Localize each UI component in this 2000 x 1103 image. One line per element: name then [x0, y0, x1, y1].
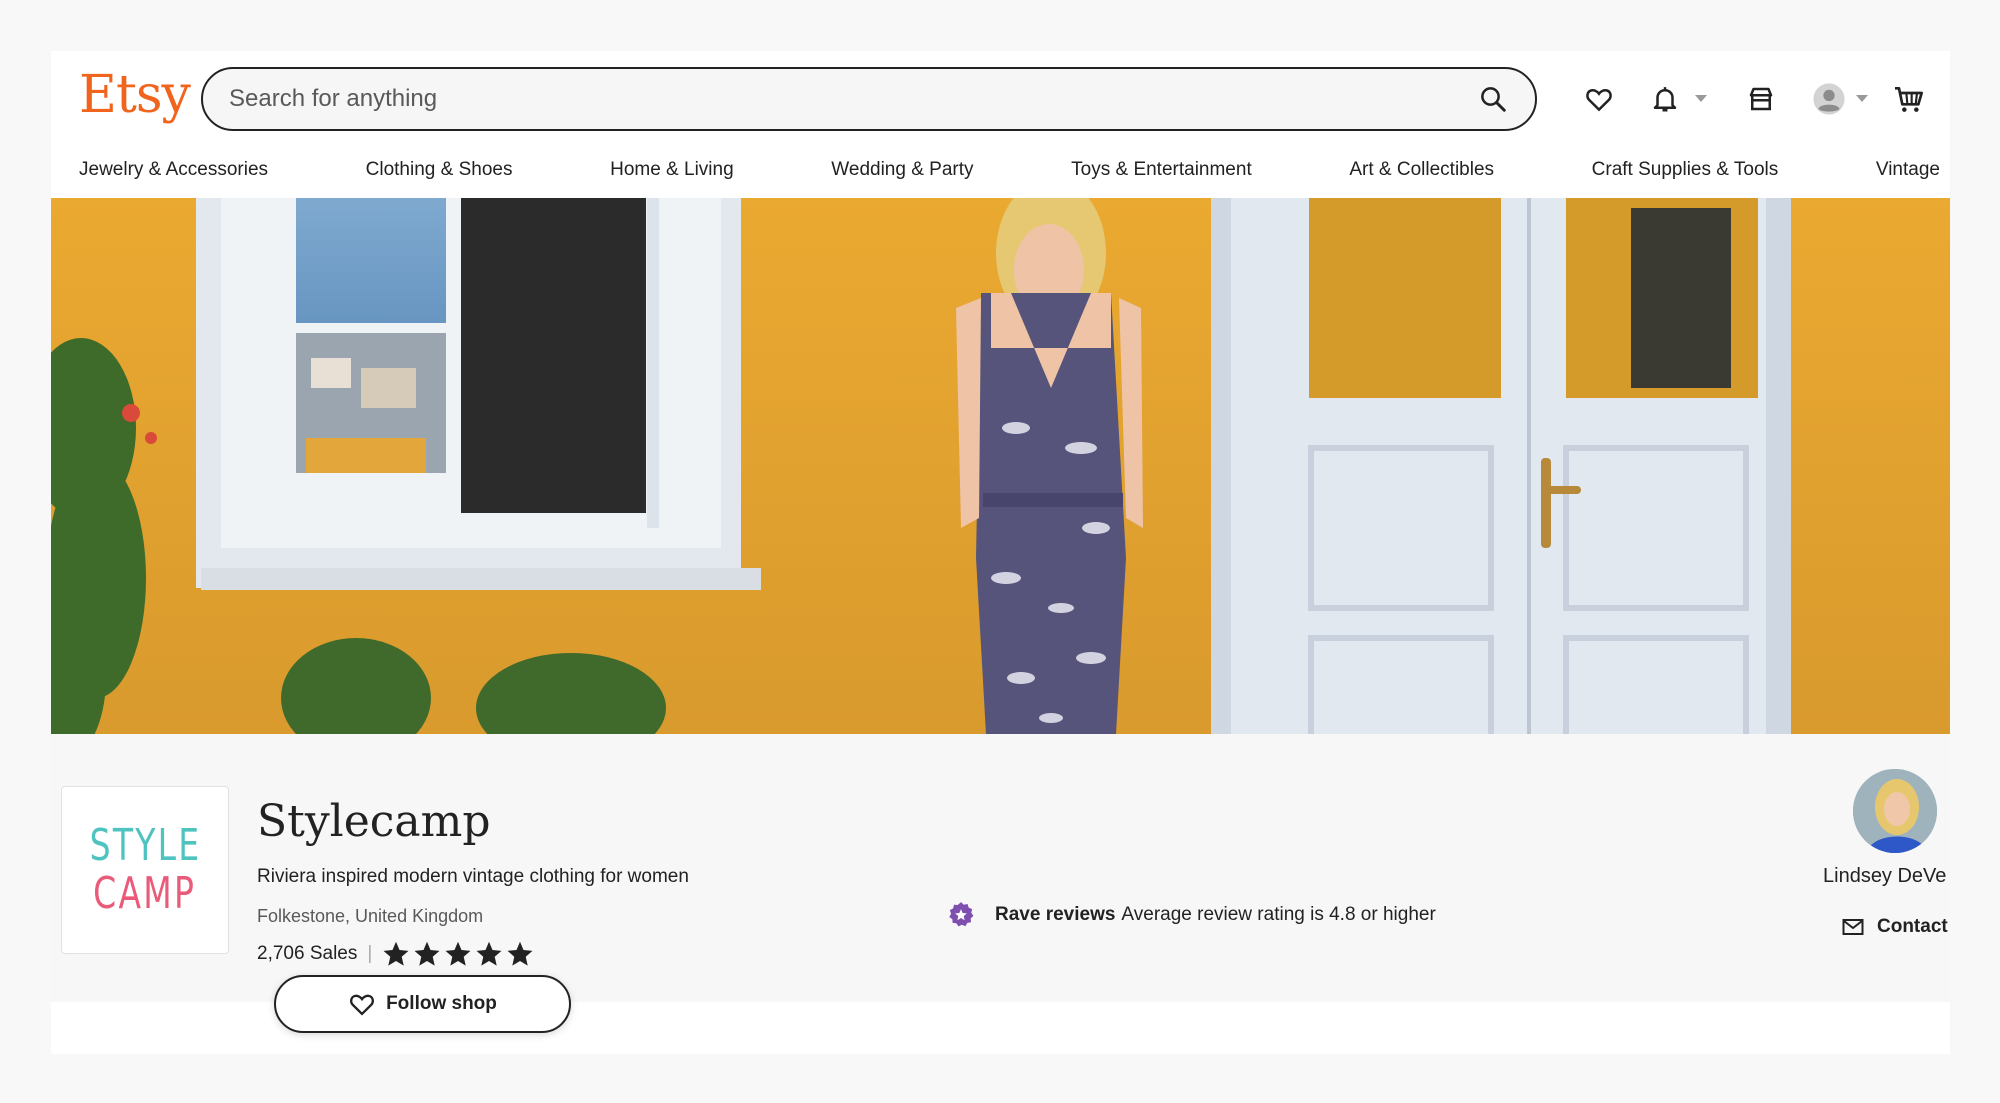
star-icon [445, 941, 471, 966]
star-icon [476, 941, 502, 966]
nav-clothing-shoes[interactable]: Clothing & Shoes [366, 159, 513, 195]
follow-shop-button[interactable]: Follow shop [274, 975, 571, 1033]
cart-icon[interactable] [1889, 79, 1929, 119]
sales-count: 2,706 Sales [257, 943, 358, 964]
nav-art-collectibles[interactable]: Art & Collectibles [1349, 159, 1494, 195]
rave-reviews-title: Rave reviews [995, 904, 1116, 925]
notifications-bell-icon[interactable] [1645, 79, 1685, 119]
star-icon [414, 941, 440, 966]
shop-name: Stylecamp [257, 796, 491, 847]
star-icon [507, 941, 533, 966]
search-input[interactable] [227, 84, 1475, 114]
shop-logo-line1: STYLE [89, 820, 201, 871]
mail-icon [1842, 919, 1864, 935]
rave-reviews-star-badge-icon [949, 902, 974, 927]
nav-craft-supplies-tools[interactable]: Craft Supplies & Tools [1592, 159, 1779, 195]
heart-icon [350, 994, 375, 1016]
favorites-heart-icon[interactable] [1579, 79, 1619, 119]
shop-manager-store-icon[interactable] [1741, 79, 1781, 119]
category-nav: Jewelry & Accessories Clothing & Shoes H… [51, 159, 1950, 195]
shop-logo[interactable]: STYLE CAMP [61, 786, 229, 954]
follow-shop-label: Follow shop [386, 993, 497, 1014]
contact-owner-button[interactable]: Contact [1841, 915, 1948, 939]
star-icon [383, 941, 409, 966]
contact-label: Contact [1877, 916, 1948, 937]
shop-page: Etsy Jewelry & Accessories Clothing & Sh… [51, 51, 1950, 1054]
rave-reviews-badge: Rave reviews Average review rating is 4.… [947, 901, 1436, 929]
divider: | [367, 943, 373, 964]
account-avatar-icon[interactable] [1809, 79, 1849, 119]
shop-banner-image [51, 198, 1950, 734]
shop-info-section: STYLE CAMP Stylecamp Riviera inspired mo… [51, 734, 1950, 1033]
owner-avatar[interactable] [1853, 769, 1937, 853]
rave-reviews-text: Average review rating is 4.8 or higher [1121, 904, 1436, 925]
account-caret-icon[interactable] [1856, 95, 1868, 102]
search-icon[interactable] [1475, 81, 1511, 117]
etsy-logo[interactable]: Etsy [79, 65, 191, 125]
search-bar[interactable] [201, 67, 1537, 131]
nav-home-living[interactable]: Home & Living [610, 159, 734, 195]
nav-jewelry-accessories[interactable]: Jewelry & Accessories [79, 159, 268, 195]
nav-vintage[interactable]: Vintage [1876, 159, 1940, 195]
nav-toys-entertainment[interactable]: Toys & Entertainment [1071, 159, 1252, 195]
nav-wedding-party[interactable]: Wedding & Party [831, 159, 973, 195]
shop-tagline: Riviera inspired modern vintage clothing… [257, 866, 689, 887]
shop-sales-rating: 2,706 Sales | [257, 940, 534, 968]
shop-location: Folkestone, United Kingdom [257, 906, 484, 926]
rating-stars[interactable] [382, 940, 534, 968]
shop-logo-line2: CAMP [93, 868, 197, 919]
owner-name[interactable]: Lindsey DeVe [1823, 865, 1946, 888]
notifications-caret-icon[interactable] [1695, 95, 1707, 102]
